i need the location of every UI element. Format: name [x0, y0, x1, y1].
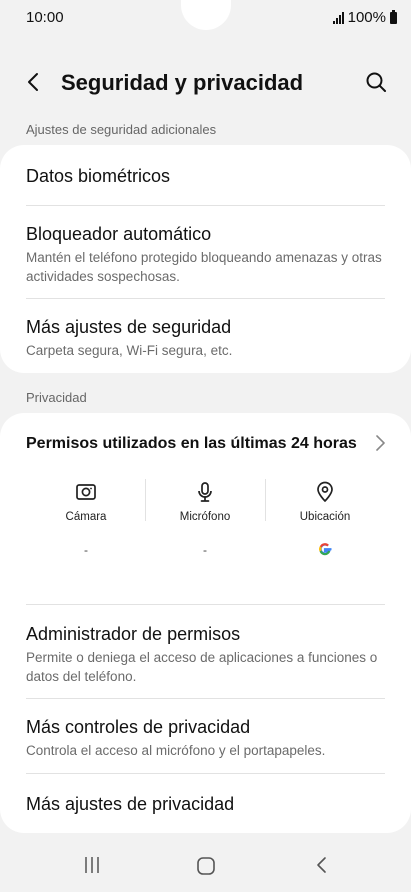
- item-title: Datos biométricos: [26, 166, 171, 186]
- item-title: Más controles de privacidad: [26, 717, 251, 737]
- divider: [26, 205, 385, 206]
- permission-value: -: [203, 543, 207, 557]
- app-header: Seguridad y privacidad: [0, 60, 411, 106]
- permissions-title: Permisos utilizados en las últimas 24 ho…: [26, 435, 357, 452]
- google-icon: [319, 543, 332, 556]
- divider: [26, 298, 385, 299]
- chevron-right-icon: [376, 435, 385, 451]
- permissions-summary[interactable]: Permisos utilizados en las últimas 24 ho…: [0, 413, 411, 603]
- permission-location[interactable]: Ubicación: [265, 481, 385, 557]
- list-item-auto-blocker[interactable]: Bloqueador automático Mantén el teléfono…: [26, 223, 385, 286]
- page-title: Seguridad y privacidad: [61, 70, 304, 95]
- permission-label: Ubicación: [299, 511, 351, 523]
- item-title: Administrador de permisos: [26, 624, 241, 644]
- divider: [26, 698, 385, 699]
- permission-label: Cámara: [65, 511, 107, 523]
- camera-notch: [181, 0, 231, 30]
- item-title: Bloqueador automático: [26, 224, 212, 244]
- battery-percent: 100%: [347, 9, 386, 26]
- list-item-biometrics[interactable]: Datos biométricos: [26, 165, 385, 187]
- list-item-more-security[interactable]: Más ajustes de seguridad Carpeta segura,…: [26, 316, 385, 360]
- permission-microphone[interactable]: Micrófono -: [145, 481, 265, 561]
- home-icon[interactable]: [196, 856, 216, 876]
- divider: [26, 773, 385, 774]
- permission-value: -: [84, 543, 88, 557]
- camera-icon: [76, 484, 96, 500]
- signal-icon: [332, 11, 344, 24]
- status-indicators: 100%: [332, 9, 397, 26]
- status-time: 10:00: [26, 9, 64, 26]
- section-label-security: Ajustes de seguridad adicionales: [26, 122, 217, 137]
- item-subtitle: Controla el acceso al micrófono y el por…: [26, 743, 326, 758]
- item-subtitle: Mantén el teléfono protegido bloqueando …: [26, 250, 382, 284]
- microphone-icon: [198, 482, 212, 502]
- item-title: Más ajustes de privacidad: [26, 794, 235, 814]
- item-subtitle: Carpeta segura, Wi-Fi segura, etc.: [26, 343, 233, 358]
- navigation-bar: [0, 840, 411, 892]
- item-title: Más ajustes de seguridad: [26, 317, 232, 337]
- chevron-left-icon[interactable]: [22, 70, 46, 94]
- divider: [26, 604, 385, 605]
- search-icon[interactable]: [364, 70, 388, 94]
- security-card: Datos biométricos Bloqueador automático …: [0, 145, 411, 373]
- permission-label: Micrófono: [179, 511, 231, 523]
- status-bar: 10:00 100%: [0, 0, 411, 36]
- list-item-permission-manager[interactable]: Administrador de permisos Permite o deni…: [26, 623, 385, 686]
- location-icon: [317, 481, 333, 502]
- item-subtitle: Permite o deniega el acceso de aplicacio…: [26, 650, 378, 684]
- list-item-more-privacy-controls[interactable]: Más controles de privacidad Controla el …: [26, 716, 385, 760]
- section-label-privacy: Privacidad: [26, 390, 87, 405]
- battery-icon: [390, 9, 397, 24]
- permission-camera[interactable]: Cámara -: [26, 481, 146, 561]
- list-item-more-privacy-settings[interactable]: Más ajustes de privacidad: [26, 793, 385, 815]
- privacy-card: Permisos utilizados en las últimas 24 ho…: [0, 413, 411, 833]
- recent-apps-icon[interactable]: [82, 855, 102, 875]
- back-icon[interactable]: [312, 855, 332, 875]
